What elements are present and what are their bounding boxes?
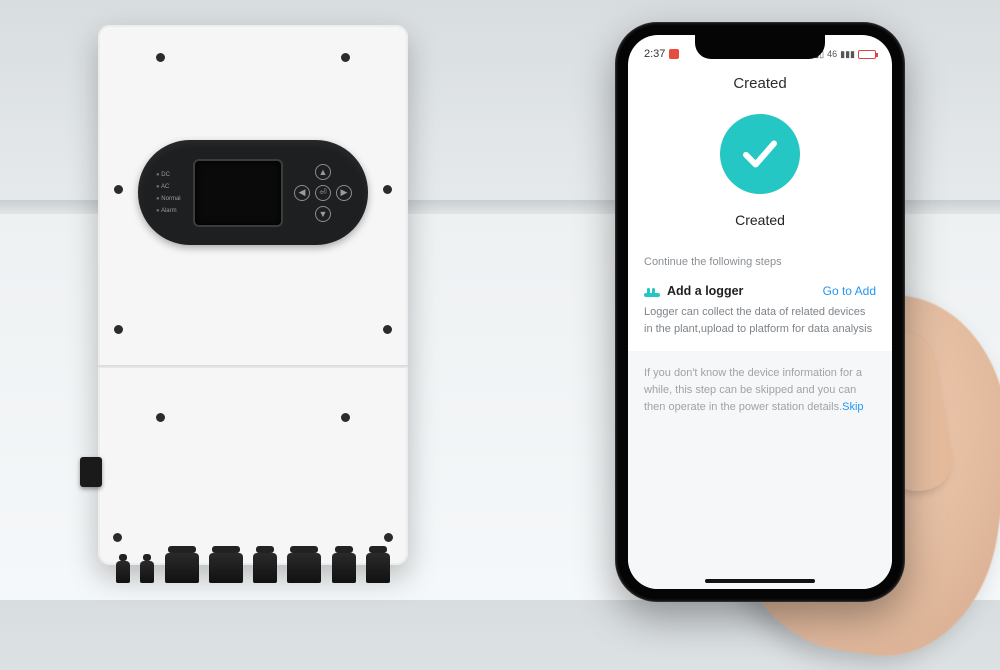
connector-gland [209,553,243,583]
skip-link[interactable]: Skip [842,401,863,413]
add-logger-description: Logger can collect the data of related d… [644,304,876,337]
smartphone-frame: 2:37 ⟲ 5G ▮▮▯ 46 ▮▮▮ Created [615,22,905,602]
logger-icon [644,285,660,297]
dpad-left-button[interactable]: ◀ [294,185,310,201]
inverter-lcd-screen [193,159,283,227]
led-normal: Normal [156,196,181,202]
skip-section: If you don't know the device information… [628,351,892,589]
connector-gland [253,553,277,583]
dpad-enter-button[interactable]: ⏎ [315,185,331,201]
phone-screen: 2:37 ⟲ 5G ▮▮▯ 46 ▮▮▮ Created [628,35,892,589]
go-to-add-link[interactable]: Go to Add [823,284,876,298]
battery-icon [858,50,876,59]
inverter-control-panel: DC AC Normal Alarm ▲ ▼ ◀ ▶ ⏎ [138,140,368,245]
dpad-up-button[interactable]: ▲ [315,164,331,180]
inverter-device: DC AC Normal Alarm ▲ ▼ ◀ ▶ ⏎ [98,25,408,565]
page-title: Created [628,67,892,104]
connector-mc4 [116,561,130,583]
phone-in-hand: 2:37 ⟲ 5G ▮▮▯ 46 ▮▮▮ Created [615,22,915,612]
add-logger-card: Add a logger Go to Add Logger can collec… [628,274,892,351]
connector-gland [165,553,199,583]
success-section: Created [628,104,892,250]
connector-gland [287,553,321,583]
phone-notch [695,35,825,59]
home-indicator[interactable] [705,579,815,583]
status-time: 2:37 [644,48,665,60]
inverter-side-switch[interactable] [80,457,102,487]
connector-gland [366,553,390,583]
inverter-connectors [116,553,390,583]
status-recording-icon [669,49,679,59]
success-check-icon [720,114,800,194]
led-ac: AC [156,184,181,190]
connector-gland [332,553,356,583]
dpad-right-button[interactable]: ▶ [336,185,352,201]
continue-hint: Continue the following steps [628,250,892,274]
inverter-dpad: ▲ ▼ ◀ ▶ ⏎ [296,166,350,220]
connector-mc4 [140,561,154,583]
signal-secondary-label: 46 [827,49,837,59]
skip-text: If you don't know the device information… [644,367,862,413]
dpad-down-button[interactable]: ▼ [315,206,331,222]
success-label: Created [735,212,785,228]
add-logger-title: Add a logger [667,284,743,298]
led-dc: DC [156,172,181,178]
inverter-led-indicators: DC AC Normal Alarm [156,172,181,214]
led-alarm: Alarm [156,208,181,214]
inverter-panel-seam [98,365,408,368]
signal-bars-icon: ▮▮▮ [840,49,855,60]
